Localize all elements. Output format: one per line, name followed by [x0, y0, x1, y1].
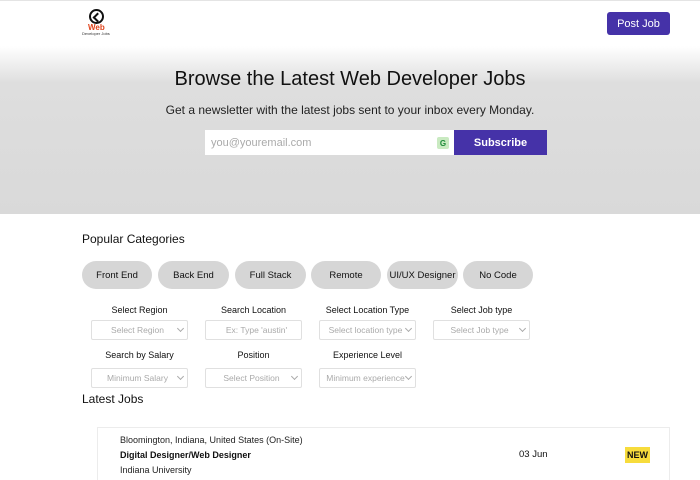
region-select-value: Select Region — [111, 325, 164, 335]
job-company: Indiana University — [120, 465, 192, 475]
job-title[interactable]: Digital Designer/Web Designer — [120, 450, 251, 460]
job-listing[interactable]: Bloomington, Indiana, United States (On-… — [97, 427, 670, 480]
job-type-select[interactable]: Select Job type — [433, 320, 530, 340]
experience-select[interactable]: Minimum experience — [319, 368, 416, 388]
category-remote[interactable]: Remote — [311, 261, 381, 289]
popular-categories-heading: Popular Categories — [82, 232, 185, 246]
newsletter-hero: Browse the Latest Web Developer Jobs Get… — [0, 46, 700, 214]
new-badge: NEW — [625, 447, 650, 463]
chevron-down-icon — [518, 324, 527, 333]
job-type-select-value: Select Job type — [450, 325, 509, 335]
position-label: Position — [237, 350, 270, 360]
page-title: Browse the Latest Web Developer Jobs — [174, 68, 526, 90]
category-no-code[interactable]: No Code — [463, 261, 533, 289]
position-select[interactable]: Select Position — [205, 368, 302, 388]
chevron-down-icon — [176, 324, 185, 333]
location-label: Search Location — [220, 305, 287, 315]
job-location: Bloomington, Indiana, United States (On-… — [120, 435, 303, 445]
location-type-label: Select Location Type — [325, 305, 410, 315]
hero-subtitle: Get a newsletter with the latest jobs se… — [165, 103, 535, 117]
post-job-button[interactable]: Post Job — [607, 12, 670, 35]
job-type-label: Select Job type — [450, 305, 513, 315]
category-front-end[interactable]: Front End — [82, 261, 152, 289]
location-type-select-value: Select location type — [328, 325, 403, 335]
category-back-end[interactable]: Back End — [158, 261, 229, 289]
latest-jobs-heading: Latest Jobs — [82, 392, 144, 406]
site-header: Web Developer Jobs Post Job — [0, 0, 700, 46]
category-full-stack[interactable]: Full Stack — [235, 261, 306, 289]
location-input-placeholder: Ex: Type 'austin' — [225, 325, 288, 335]
subscribe-button[interactable]: Subscribe — [454, 130, 547, 155]
experience-select-value: Minimum experience — [326, 373, 405, 383]
chevron-down-icon — [176, 372, 185, 381]
salary-select[interactable]: Minimum Salary — [91, 368, 188, 388]
salary-select-value: Minimum Salary — [107, 373, 168, 383]
salary-label: Search by Salary — [105, 350, 174, 360]
grammar-extension-icon[interactable]: G — [437, 137, 449, 149]
job-date: 03 Jun — [519, 449, 548, 460]
location-type-select[interactable]: Select location type — [319, 320, 416, 340]
region-label: Select Region — [111, 305, 168, 315]
logo-arrow-icon — [89, 9, 104, 24]
region-select[interactable]: Select Region — [91, 320, 188, 340]
experience-label: Experience Level — [332, 350, 403, 360]
chevron-down-icon — [290, 372, 299, 381]
location-input[interactable]: Ex: Type 'austin' — [205, 320, 302, 340]
category-ui-ux-designer[interactable]: UI/UX Designer — [387, 261, 458, 289]
email-input[interactable] — [205, 130, 454, 155]
site-logo[interactable]: Web Developer Jobs — [82, 9, 114, 37]
logo-subtext: Developer Jobs — [82, 31, 110, 36]
position-select-value: Select Position — [223, 373, 280, 383]
